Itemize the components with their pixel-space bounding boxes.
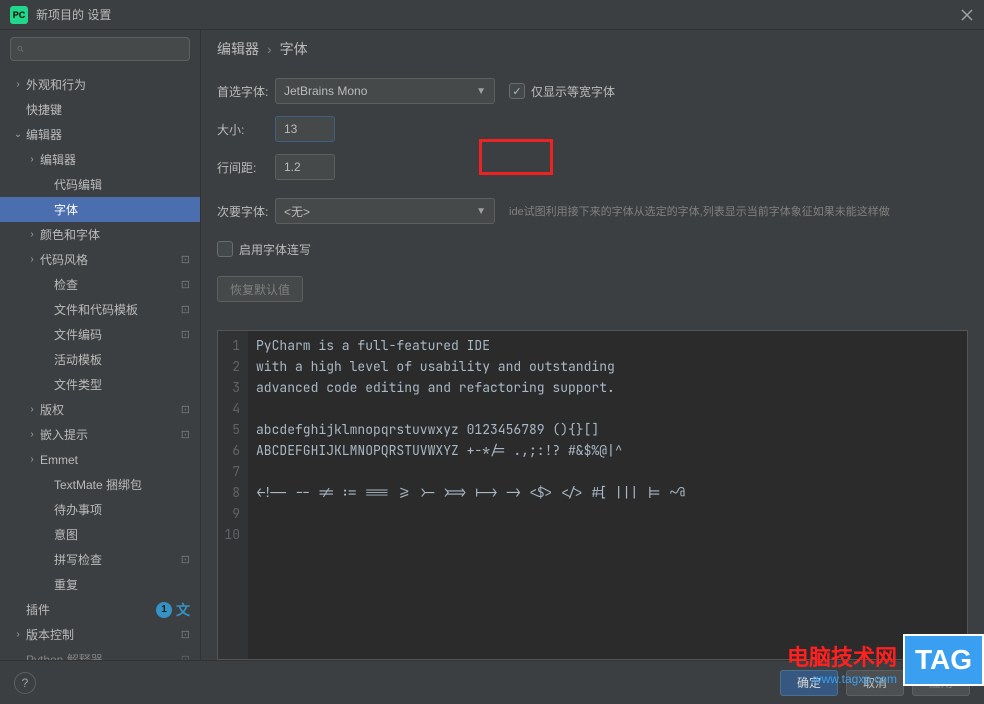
chevron-right-icon: › (10, 629, 26, 640)
tree-appearance[interactable]: ›外观和行为 (0, 72, 200, 97)
scheme-icon: ⊡ (181, 553, 190, 566)
checkbox-icon (217, 241, 233, 257)
line-spacing-input[interactable] (275, 154, 335, 180)
tree-keymap[interactable]: 快捷键 (0, 97, 200, 122)
scheme-icon: ⊡ (181, 653, 190, 660)
checkbox-icon (509, 83, 525, 99)
search-input[interactable] (28, 42, 183, 56)
tree-font[interactable]: 字体 (0, 197, 200, 222)
gutter: 12345678910 (218, 331, 248, 659)
fallback-hint: ide试图利用接下来的字体从选定的字体,列表显示当前字体象征如果未能这样做 (509, 203, 890, 219)
chevron-down-icon: ▼ (476, 206, 486, 217)
breadcrumb: 编辑器 › 字体 (201, 30, 984, 68)
tree-code-style[interactable]: ›代码风格⊡ (0, 247, 200, 272)
content-panel: 编辑器 › 字体 首选字体: JetBrains Mono ▼ 仅显示等宽字体 … (201, 30, 984, 660)
ligatures-checkbox[interactable]: 启用字体连写 (217, 241, 311, 258)
chevron-down-icon: ⌄ (10, 129, 26, 140)
dialog-footer: ? 确定 取消 应用 (0, 660, 984, 704)
cancel-button[interactable]: 取消 (846, 670, 904, 696)
app-icon: PC (10, 6, 28, 24)
tree-file-enc[interactable]: 文件编码⊡ (0, 322, 200, 347)
tree-file-tmpl[interactable]: 文件和代码模板⊡ (0, 297, 200, 322)
lang-icon: 文 (176, 600, 190, 620)
main-font-label: 首选字体: (217, 83, 275, 100)
titlebar: PC 新项目的 设置 (0, 0, 984, 30)
tree-plugins[interactable]: 插件1文 (0, 597, 200, 622)
ok-button[interactable]: 确定 (780, 670, 838, 696)
scheme-icon: ⊡ (181, 278, 190, 291)
tree-textmate[interactable]: TextMate 捆绑包 (0, 472, 200, 497)
tree-editor[interactable]: ⌄编辑器 (0, 122, 200, 147)
fallback-font-select[interactable]: <无> ▼ (275, 198, 495, 224)
crumb-font: 字体 (280, 39, 308, 59)
close-icon[interactable] (960, 8, 974, 22)
help-button[interactable]: ? (14, 672, 36, 694)
chevron-right-icon: › (10, 79, 26, 90)
scheme-icon: ⊡ (181, 303, 190, 316)
scheme-icon: ⊡ (181, 253, 190, 266)
tree-spell[interactable]: 拼写检查⊡ (0, 547, 200, 572)
tree-live-tmpl[interactable]: 活动模板 (0, 347, 200, 372)
tree-copyright[interactable]: ›版权⊡ (0, 397, 200, 422)
tree-emmet[interactable]: ›Emmet (0, 447, 200, 472)
scheme-icon: ⊡ (181, 428, 190, 441)
crumb-editor[interactable]: 编辑器 (217, 39, 259, 59)
preview-code: PyCharm is a full-featured IDEwith a hig… (248, 331, 967, 659)
chevron-right-icon: › (24, 454, 40, 465)
chevron-right-icon: › (24, 254, 40, 265)
mono-only-checkbox[interactable]: 仅显示等宽字体 (509, 83, 615, 100)
tree-color-font[interactable]: ›颜色和字体 (0, 222, 200, 247)
apply-button[interactable]: 应用 (912, 670, 970, 696)
scheme-icon: ⊡ (181, 628, 190, 641)
settings-tree: ›外观和行为 快捷键 ⌄编辑器 ›编辑器 代码编辑 字体 ›颜色和字体 ›代码风… (0, 68, 200, 660)
size-label: 大小: (217, 121, 275, 138)
tree-sub-editor[interactable]: ›编辑器 (0, 147, 200, 172)
window-title: 新项目的 设置 (36, 6, 960, 23)
tree-python[interactable]: Python 解释器⊡ (0, 647, 200, 660)
font-preview: 12345678910 PyCharm is a full-featured I… (217, 330, 968, 660)
chevron-right-icon: › (24, 404, 40, 415)
main-font-select[interactable]: JetBrains Mono ▼ (275, 78, 495, 104)
tree-code-edit[interactable]: 代码编辑 (0, 172, 200, 197)
update-badge: 1 (156, 602, 172, 618)
tree-dup[interactable]: 重复 (0, 572, 200, 597)
chevron-down-icon: ▼ (476, 86, 486, 97)
chevron-right-icon: › (24, 154, 40, 165)
tree-todo[interactable]: 待办事项 (0, 497, 200, 522)
sidebar: ›外观和行为 快捷键 ⌄编辑器 ›编辑器 代码编辑 字体 ›颜色和字体 ›代码风… (0, 30, 201, 660)
tree-intent[interactable]: 意图 (0, 522, 200, 547)
search-icon (17, 42, 24, 56)
chevron-right-icon: › (267, 41, 272, 57)
fallback-font-label: 次要字体: (217, 203, 275, 220)
size-input[interactable] (275, 116, 335, 142)
restore-defaults-button[interactable]: 恢复默认值 (217, 276, 303, 302)
tree-vcs[interactable]: ›版本控制⊡ (0, 622, 200, 647)
chevron-right-icon: › (24, 229, 40, 240)
scheme-icon: ⊡ (181, 403, 190, 416)
tree-inlay[interactable]: ›嵌入提示⊡ (0, 422, 200, 447)
line-spacing-label: 行间距: (217, 159, 275, 176)
search-box[interactable] (10, 37, 190, 61)
tree-inspect[interactable]: 检查⊡ (0, 272, 200, 297)
chevron-right-icon: › (24, 429, 40, 440)
scheme-icon: ⊡ (181, 328, 190, 341)
tree-file-types[interactable]: 文件类型 (0, 372, 200, 397)
